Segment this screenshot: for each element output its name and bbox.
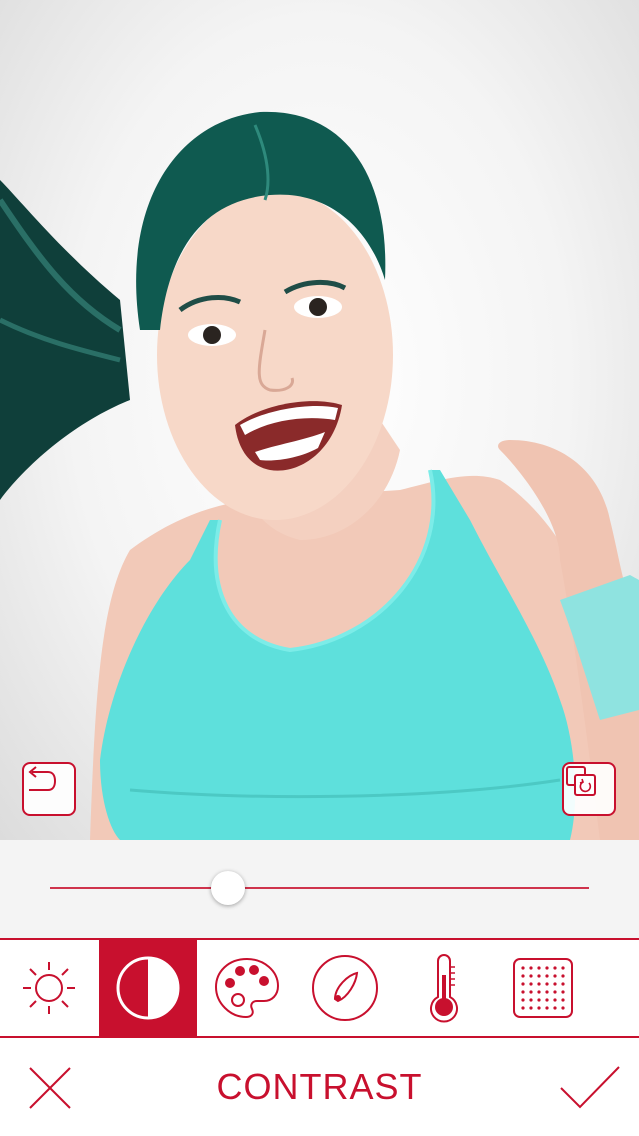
edited-photo (0, 111, 639, 840)
thermometer-icon (430, 954, 458, 1023)
current-tool-title: CONTRAST (216, 1066, 423, 1107)
confirm-button[interactable] (558, 1062, 622, 1112)
undo-button[interactable] (22, 762, 76, 816)
palette-icon (214, 957, 280, 1019)
tool-temperature[interactable] (395, 940, 493, 1036)
photo-canvas (0, 0, 639, 840)
contrast-half-circle-icon (116, 956, 180, 1020)
tool-color[interactable] (198, 940, 296, 1036)
grain-grid-icon (513, 958, 573, 1018)
bottom-bar: CONTRAST (0, 1038, 639, 1136)
brightness-sun-icon (23, 962, 75, 1014)
undo-arrow-icon (28, 766, 57, 791)
dial-gauge-icon (312, 955, 378, 1021)
slider-thumb[interactable] (210, 871, 245, 905)
compare-original-icon (566, 766, 596, 796)
tool-brightness[interactable] (0, 940, 98, 1036)
tool-saturation[interactable] (296, 940, 394, 1036)
compare-button[interactable] (562, 762, 616, 816)
tool-frame[interactable] (593, 940, 639, 1036)
slider-track[interactable] (50, 887, 589, 889)
frame-icon (622, 957, 639, 1019)
adjustment-slider-panel (0, 840, 639, 938)
tool-contrast[interactable] (99, 940, 197, 1036)
checkmark-icon (560, 1066, 620, 1109)
tool-grain[interactable] (494, 940, 592, 1036)
tools-toolbar (0, 938, 639, 1038)
